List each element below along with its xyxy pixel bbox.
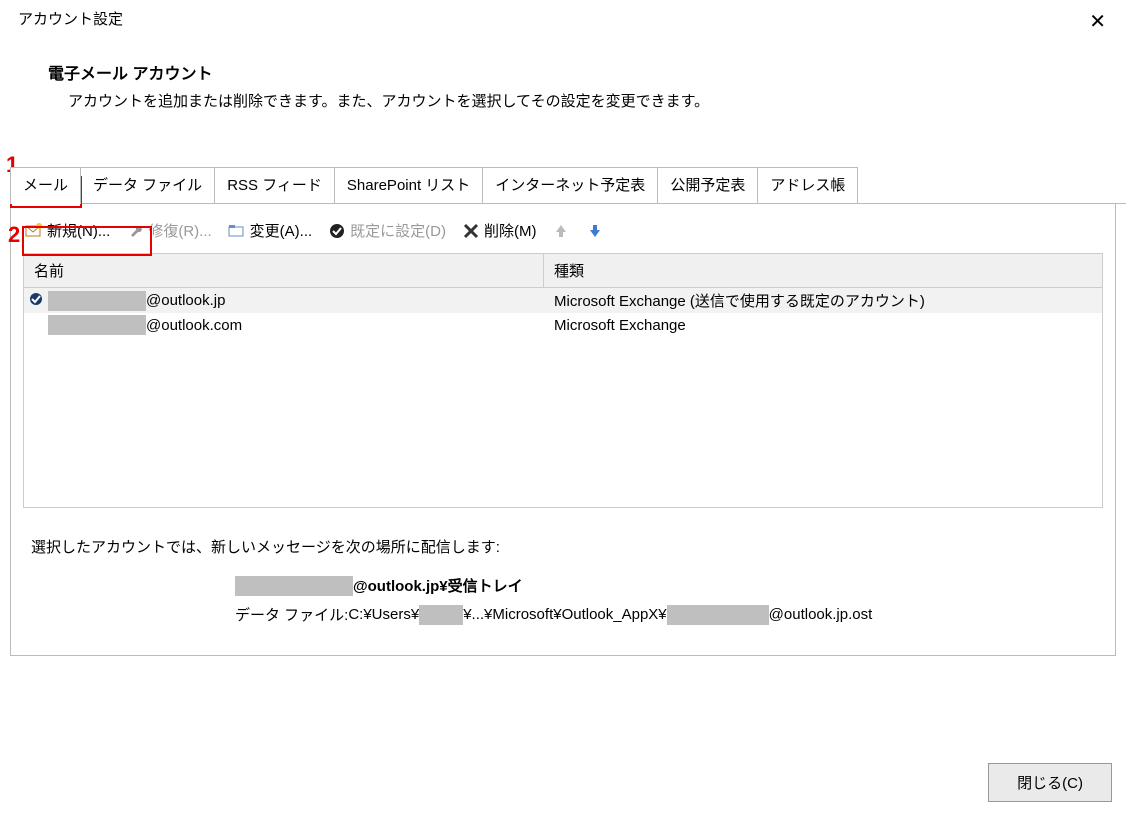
- set-default-button[interactable]: 既定に設定(D): [322, 218, 452, 243]
- set-default-button-label: 既定に設定(D): [350, 220, 446, 241]
- account-domain: @outlook.com: [146, 317, 242, 334]
- move-up-button[interactable]: [546, 220, 576, 242]
- move-down-button[interactable]: [580, 220, 610, 242]
- close-icon[interactable]: ✕: [1081, 8, 1114, 36]
- arrow-up-icon: [552, 222, 570, 240]
- delete-x-icon: [462, 222, 480, 240]
- delivery-info: 選択したアカウントでは、新しいメッセージを次の場所に配信します: @outloo…: [11, 508, 1115, 625]
- account-row[interactable]: @outlook.com Microsoft Exchange: [24, 313, 1102, 337]
- close-button[interactable]: 閉じる(C): [988, 763, 1112, 802]
- datafile-path-1: C:¥Users¥: [348, 606, 419, 623]
- tab-rss[interactable]: RSS フィード: [214, 167, 335, 203]
- tab-mail[interactable]: メール: [10, 167, 81, 204]
- redacted-text: [235, 576, 353, 596]
- repair-button-label: 修復(R)...: [148, 220, 211, 241]
- change-button[interactable]: 変更(A)...: [222, 218, 319, 243]
- tab-published-calendar[interactable]: 公開予定表: [657, 167, 758, 203]
- tab-data-files[interactable]: データ ファイル: [80, 167, 215, 203]
- account-domain: @outlook.jp: [146, 292, 225, 309]
- delete-button-label: 削除(M): [484, 220, 537, 241]
- default-check-icon: [24, 291, 48, 311]
- account-type: Microsoft Exchange (送信で使用する既定のアカウント): [548, 290, 1102, 311]
- accounts-header: 名前 種類: [23, 253, 1103, 288]
- folder-icon: [228, 222, 246, 240]
- change-button-label: 変更(A)...: [250, 220, 313, 241]
- datafile-path-2: ¥...¥Microsoft¥Outlook_AppX¥: [463, 606, 666, 623]
- page-description: アカウントを追加または削除できます。また、アカウントを選択してその設定を変更でき…: [48, 84, 1126, 111]
- redacted-text: [419, 605, 463, 625]
- account-row[interactable]: @outlook.jp Microsoft Exchange (送信で使用する既…: [24, 288, 1102, 313]
- new-mail-icon: [25, 222, 43, 240]
- new-button-label: 新規(N)...: [47, 220, 110, 241]
- delivery-intro: 選択したアカウントでは、新しいメッセージを次の場所に配信します:: [31, 536, 1095, 557]
- page-heading: 電子メール アカウント: [48, 60, 1126, 84]
- redacted-text: [48, 291, 146, 311]
- delivery-location: @outlook.jp¥受信トレイ: [353, 575, 523, 596]
- datafile-label: データ ファイル:: [235, 604, 348, 625]
- account-type: Microsoft Exchange: [548, 317, 1102, 334]
- wrench-icon: [126, 222, 144, 240]
- delete-button[interactable]: 削除(M): [456, 218, 543, 243]
- redacted-text: [667, 605, 769, 625]
- tab-address-book[interactable]: アドレス帳: [757, 167, 858, 203]
- redacted-text: [48, 315, 146, 335]
- check-circle-icon: [328, 222, 346, 240]
- datafile-path-3: @outlook.jp.ost: [769, 606, 873, 623]
- repair-button[interactable]: 修復(R)...: [120, 218, 217, 243]
- tab-sharepoint[interactable]: SharePoint リスト: [334, 167, 483, 203]
- col-name[interactable]: 名前: [24, 254, 544, 287]
- new-button[interactable]: 新規(N)...: [19, 218, 116, 243]
- tab-internet-calendar[interactable]: インターネット予定表: [482, 167, 658, 203]
- accounts-list: @outlook.jp Microsoft Exchange (送信で使用する既…: [23, 288, 1103, 508]
- account-toolbar: 新規(N)... 修復(R)... 変更(A)... 既定に設定(D) 削除(M…: [11, 204, 1115, 253]
- col-type[interactable]: 種類: [544, 254, 1102, 287]
- arrow-down-icon: [586, 222, 604, 240]
- tab-strip: メール データ ファイル RSS フィード SharePoint リスト インタ…: [10, 167, 1126, 204]
- window-title: アカウント設定: [18, 8, 123, 29]
